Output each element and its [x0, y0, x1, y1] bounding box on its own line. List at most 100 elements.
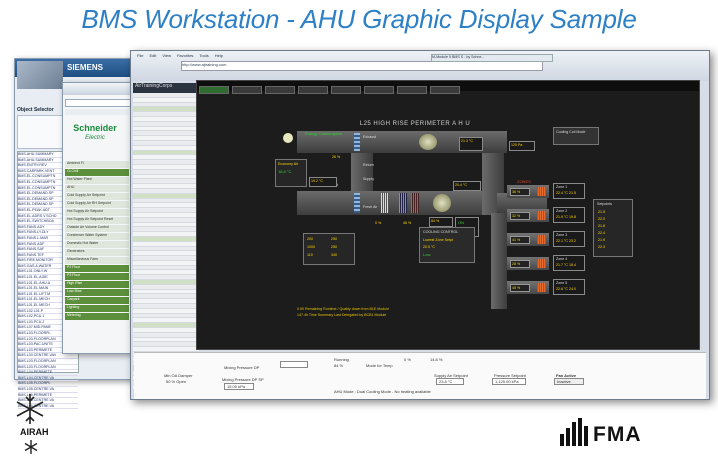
- schneider-menu-item[interactable]: Outside Air Volume Control: [65, 225, 129, 232]
- ahu-graphic-display: L25 HIGH RISE PERIMETER A H U Economy Ai…: [196, 80, 700, 350]
- setpoint-summary-value: 22.0: [598, 217, 605, 221]
- browser-menu-item[interactable]: Favorites: [177, 53, 193, 58]
- toolbar-button[interactable]: [232, 86, 262, 94]
- schneider-menu-item[interactable]: Low-Rise: [65, 289, 129, 296]
- return-temp-readout[interactable]: 21.3 °C: [459, 137, 483, 151]
- toolbar-button[interactable]: [199, 86, 229, 94]
- schneider-menu-item[interactable]: P3 Floor: [65, 273, 129, 280]
- toolbar-button[interactable]: [430, 86, 460, 94]
- mixed-temp-readout[interactable]: 19.2 °C: [309, 177, 337, 187]
- schneider-menu-item[interactable]: Hot Water Plant: [65, 177, 129, 184]
- browser-menu-item[interactable]: Edit: [149, 53, 156, 58]
- setpoint-summary-value: 21.5: [598, 210, 605, 214]
- graphic-toolbar: [197, 81, 699, 94]
- schneider-menu-item[interactable]: Generators: [65, 249, 129, 256]
- toolbar-button[interactable]: [265, 86, 295, 94]
- zone-temp: 22.1 °C 23.2: [556, 239, 577, 243]
- browser-menu-item[interactable]: Tools: [199, 53, 208, 58]
- setpoint-summary-value: 22.4: [598, 231, 605, 235]
- heating-coil: [411, 193, 419, 213]
- schneider-menu-item[interactable]: Carpark: [65, 297, 129, 304]
- left-nav-pane: AirTrainingCorps: [133, 83, 200, 391]
- browser-menu-item[interactable]: File: [137, 53, 143, 58]
- browser-tab[interactable]: M-Module 5 BMS S - by Schne...: [431, 54, 553, 62]
- schneider-menu-item[interactable]: AHU: [65, 185, 129, 192]
- cooling-coil-mode-panel[interactable]: Cooling Coil Mode: [553, 127, 599, 145]
- schneider-menu-item[interactable]: P2 Floor: [65, 265, 129, 272]
- schneider-menu-item[interactable]: Condenser Water System: [65, 233, 129, 240]
- min-oa-damper-label: Min OA Damper: [164, 373, 193, 378]
- supply-fan-icon[interactable]: [433, 194, 451, 212]
- mixing-pressure-sp-field[interactable]: 15.00 kPa: [224, 383, 254, 390]
- zone-damper-readout: 45 %: [510, 284, 530, 292]
- schneider-menu-item[interactable]: Ambient FI: [65, 161, 129, 168]
- fan-speed-readout[interactable]: 84 %: [429, 217, 453, 227]
- return-temp: 21.3 °C: [461, 139, 474, 143]
- fresh-air-label: Fresh Air: [363, 205, 378, 209]
- supply-temp-readout[interactable]: 20.4 °C: [453, 181, 481, 191]
- schneider-menu-item[interactable]: Miscellaneous Fans: [65, 257, 129, 264]
- mixing-pressure-sp-label: Mixing Pressure DP SP: [222, 377, 264, 382]
- bottom-status-panel: Min OA Damper 50 % Open Mixing Pressure …: [134, 352, 706, 399]
- siemens-brand: SIEMENS: [67, 63, 104, 72]
- zone-temp-readout[interactable]: Zone 5 22.6 °C 24.0: [553, 279, 585, 295]
- pressure-setpoint-field[interactable]: 1,125.00 kPa: [492, 378, 526, 385]
- return-fan-icon[interactable]: [419, 134, 437, 150]
- mixing-pressure-label: Mixing Pressure DP: [224, 365, 260, 370]
- zone-vav-box[interactable]: 41 %: [507, 233, 549, 246]
- browser-menu-item[interactable]: Help: [215, 53, 223, 58]
- zone-temp-readout[interactable]: Zone 1 22.4 °C 21.5: [553, 183, 585, 199]
- setpoint-summary-value: 21.9: [598, 238, 605, 242]
- running-label: Running: [334, 357, 349, 362]
- zone-vav-box[interactable]: 32 %: [507, 209, 549, 222]
- schneider-menu-item[interactable]: Metering: [65, 313, 129, 320]
- schneider-menu-item[interactable]: CLChill: [65, 169, 129, 176]
- cooling-control-title: COOLING CONTROL: [423, 230, 459, 234]
- zone-vav-box[interactable]: 36 %: [507, 185, 549, 198]
- schneider-menu-item[interactable]: Cold Supply Air Setpoint: [65, 193, 129, 200]
- schneider-menu-item[interactable]: Cold Supply Air RH Setpoint: [65, 201, 129, 208]
- zone-name: Zone 5: [556, 281, 568, 285]
- zone-temp-readout[interactable]: Zone 2 21.9 °C 19.8: [553, 207, 585, 223]
- status-text-2: 147.4h Time Summary Last Delegated by BC…: [297, 313, 387, 317]
- schneider-menu-item[interactable]: High Rise: [65, 281, 129, 288]
- zone-temp-readout[interactable]: Zone 3 22.1 °C 23.2: [553, 231, 585, 247]
- zone-temp-readout[interactable]: Zone 4 21.7 °C 18.4: [553, 255, 585, 271]
- mode-for-temp-label: Mode for Temp: [366, 363, 393, 368]
- cooling-control-panel[interactable]: COOLING CONTROL Lowest Zone Setpt 20.5 °…: [419, 227, 475, 263]
- toolbar-button[interactable]: [364, 86, 394, 94]
- setpoint-summary-title: Setpoints: [597, 202, 612, 206]
- zone-heater-icon: [537, 283, 546, 292]
- zone-heater-icon: [537, 235, 546, 244]
- zone-damper-readout: 36 %: [510, 188, 530, 196]
- browser-url-bar[interactable]: http://www.ajtraining.com: [181, 61, 543, 71]
- toolbar-button[interactable]: [298, 86, 328, 94]
- filter: [381, 193, 389, 213]
- schneider-menu-item[interactable]: Hot Supply Air Setpoint Reset: [65, 217, 129, 224]
- outside-air-panel[interactable]: Economy Air 18.8 °C: [275, 159, 307, 187]
- pressure-setpoint-value: 1,125.00 kPa: [495, 379, 519, 384]
- schneider-brand-sub: Electric: [85, 135, 105, 141]
- pressure-readout[interactable]: 125 Pa: [509, 141, 535, 151]
- running-value: 84 %: [334, 363, 344, 368]
- schneider-menu-item[interactable]: Lighting: [65, 305, 129, 312]
- zone-vav-box[interactable]: 45 %: [507, 281, 549, 294]
- closed-field[interactable]: [280, 361, 308, 368]
- fan-active-field[interactable]: Inactive: [554, 378, 584, 385]
- left-nav-tree[interactable]: [133, 93, 199, 391]
- supply-air-setpoint-field[interactable]: 23.8 °C: [436, 378, 464, 385]
- min-oa-damper-value: 50 % Open: [166, 379, 187, 384]
- browser-menu-item[interactable]: View: [162, 53, 171, 58]
- zone-setpoint-summary[interactable]: Setpoints 21.5 22.0 21.8 22.4 21.9 22.3: [593, 199, 633, 257]
- zone-flow-panel[interactable]: 200 250 1000 250 110 340: [303, 233, 355, 265]
- schneider-menu-item[interactable]: Hot Supply Air Setpoint: [65, 209, 129, 216]
- schneider-menu-item[interactable]: Domestic Hot Water: [65, 241, 129, 248]
- ahu-mode-text: AHU Mode : Dual Cooling Mode - No heatin…: [334, 389, 431, 394]
- toolbar-button[interactable]: [397, 86, 427, 94]
- zone-box-value-6: 340: [331, 253, 337, 257]
- airah-logo-icon: [16, 394, 44, 424]
- schneider-url-bar[interactable]: [65, 99, 131, 107]
- toolbar-button[interactable]: [331, 86, 361, 94]
- zone-box-value-2: 250: [331, 237, 337, 241]
- zone-vav-box[interactable]: 28 %: [507, 257, 549, 270]
